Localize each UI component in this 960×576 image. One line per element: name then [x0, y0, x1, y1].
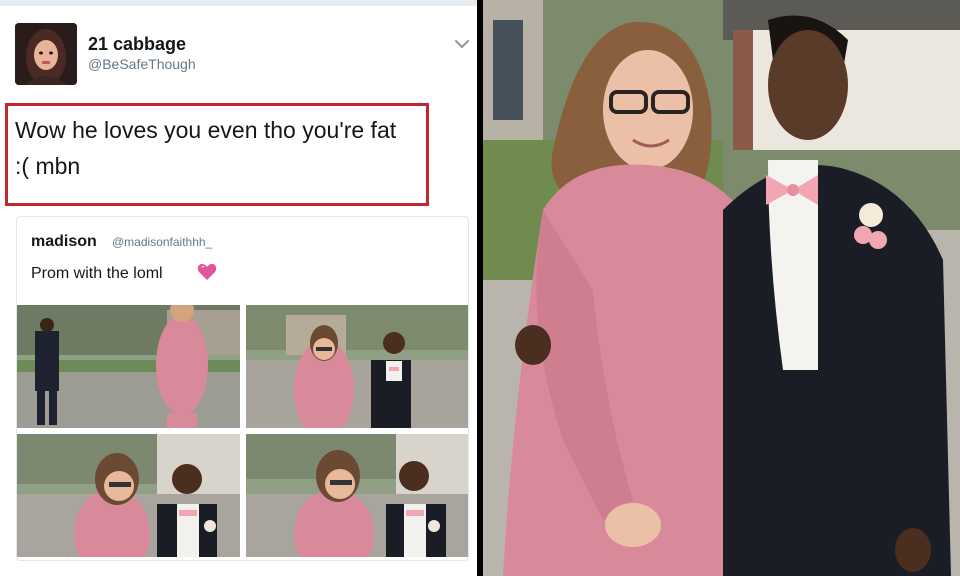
- prom-photo: [483, 0, 960, 576]
- tweet-text-line-1: Wow he loves you even tho you're fat: [15, 117, 397, 143]
- photo-thumbnail-2[interactable]: [246, 305, 468, 428]
- quoted-user-handle: @madisonfaithhh_: [112, 235, 213, 249]
- display-name[interactable]: 21 cabbage: [88, 34, 186, 55]
- user-handle[interactable]: @BeSafeThough: [88, 56, 196, 72]
- quoted-tweet-card[interactable]: madison @madisonfaithhh_ Prom with the l…: [16, 216, 469, 561]
- avatar[interactable]: [15, 23, 77, 85]
- quoted-display-name: madison: [31, 233, 97, 250]
- top-divider: [0, 0, 477, 6]
- tweet-text-line-2: :( mbn: [15, 153, 81, 179]
- heart-emoji-icon: [197, 263, 217, 281]
- photo-thumbnail-3[interactable]: [17, 434, 240, 557]
- tweet-panel: 21 cabbage @BeSafeThough Wow he loves yo…: [0, 0, 477, 576]
- photo-thumbnail-4[interactable]: [246, 434, 468, 557]
- tweet-text: Wow he loves you even tho you're fat :( …: [15, 112, 425, 184]
- chevron-down-icon[interactable]: [452, 36, 472, 52]
- quoted-tweet-text: Prom with the loml: [31, 265, 163, 282]
- photo-thumbnail-1[interactable]: [17, 305, 240, 428]
